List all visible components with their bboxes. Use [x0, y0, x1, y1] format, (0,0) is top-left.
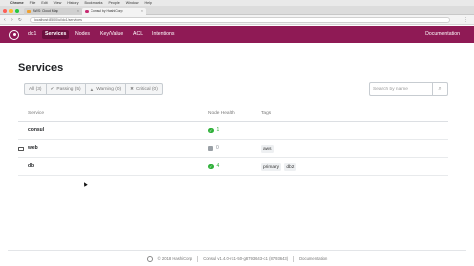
- tags-cell: primary db2: [261, 163, 298, 171]
- critical-icon: ✖: [130, 86, 134, 91]
- column-header-node-health: Node Health: [208, 111, 235, 116]
- nav-acl[interactable]: ACL: [130, 30, 146, 39]
- nav-documentation-link[interactable]: Documentation: [425, 30, 460, 39]
- forward-arrow-icon[interactable]: ›: [11, 17, 13, 23]
- nav-nodes[interactable]: Nodes: [72, 30, 93, 39]
- aws-favicon-icon: [27, 9, 31, 13]
- tab-close-icon[interactable]: ×: [77, 9, 79, 13]
- browser-menu-icon[interactable]: ⋮: [463, 17, 468, 23]
- node-health: 0: [208, 145, 219, 152]
- filter-label: Passing (5): [56, 86, 81, 92]
- table-header: Service Node Health Tags: [18, 108, 448, 122]
- table-row[interactable]: db ✓ 4 primary db2: [18, 158, 448, 176]
- reload-icon[interactable]: ↻: [18, 17, 22, 23]
- filter-all[interactable]: All (3): [24, 83, 47, 95]
- window-zoom-button[interactable]: [15, 8, 19, 13]
- filter-critical[interactable]: ✖ Critical (0): [125, 83, 163, 95]
- node-health: ✓ 4: [208, 163, 219, 170]
- check-icon: ✔: [50, 86, 55, 91]
- nav-intentions[interactable]: Intentions: [149, 30, 178, 39]
- footer-divider: [293, 255, 295, 262]
- hashicorp-logo-icon: [146, 255, 153, 262]
- health-count: 0: [216, 145, 219, 151]
- column-header-service: Service: [28, 111, 44, 116]
- browser-tab[interactable]: AWS: Cloud Map ×: [24, 7, 82, 15]
- footer-copyright: © 2018 HashiCorp: [157, 256, 193, 261]
- mouse-cursor-icon: [82, 181, 88, 187]
- passing-check-icon: ✓: [208, 127, 214, 134]
- search-icon[interactable]: ⌕: [432, 83, 447, 95]
- datacenter-selector[interactable]: dc1: [25, 30, 39, 39]
- address-bar[interactable]: localhost:8500/ui/dc1/services: [30, 17, 450, 23]
- footer-version: Consul v1.4.0-rc1-50-g8793643-c1 (879364…: [203, 256, 289, 261]
- browser-tab-strip: AWS: Cloud Map × Consul by HashiCorp ×: [0, 6, 474, 15]
- filter-label: Warning (0): [96, 86, 122, 92]
- consul-favicon-icon: [85, 9, 89, 13]
- warning-icon: ▲: [89, 86, 95, 92]
- browser-tab-title: AWS: Cloud Map: [32, 9, 59, 14]
- column-header-tags: Tags: [261, 111, 272, 116]
- filter-label: All (3): [29, 86, 42, 92]
- node-health: ✓ 1: [208, 127, 219, 134]
- tag-pill: aws: [261, 145, 274, 153]
- footer: © 2018 HashiCorp Consul v1.4.0-rc1-50-g8…: [8, 250, 466, 266]
- address-url: localhost:8500/ui/dc1/services: [34, 18, 82, 22]
- browser-tab-title: Consul by HashiCorp: [90, 9, 123, 14]
- table-row[interactable]: consul ✓ 1: [18, 122, 448, 140]
- service-name[interactable]: web: [28, 145, 38, 152]
- footer-divider: [197, 255, 199, 262]
- search-box: ⌕: [369, 82, 448, 96]
- window-minimize-button[interactable]: [9, 8, 13, 13]
- health-count: 4: [216, 163, 220, 169]
- consul-logo-icon[interactable]: [9, 29, 19, 40]
- search-input[interactable]: [373, 86, 431, 93]
- service-name[interactable]: db: [28, 163, 34, 170]
- footer-documentation-link[interactable]: Documentation: [299, 256, 327, 261]
- no-checks-icon: [208, 146, 213, 151]
- health-count: 1: [216, 127, 220, 133]
- health-filter-group: All (3) ✔ Passing (5) ▲ Warning (0) ✖ Cr…: [24, 83, 163, 95]
- table-row[interactable]: web 0 aws: [18, 140, 448, 158]
- filter-label: Critical (0): [135, 86, 158, 92]
- services-table: Service Node Health Tags consul ✓ 1 web …: [18, 108, 448, 176]
- window-close-button[interactable]: [3, 8, 7, 13]
- browser-tab-active[interactable]: Consul by HashiCorp ×: [82, 7, 146, 15]
- service-type-icon: [18, 147, 24, 151]
- filter-warning[interactable]: ▲ Warning (0): [84, 83, 127, 95]
- tags-cell: aws: [261, 145, 276, 153]
- service-name[interactable]: consul: [28, 127, 44, 134]
- nav-services[interactable]: Services: [42, 30, 70, 39]
- passing-check-icon: ✓: [208, 163, 214, 170]
- tab-close-icon[interactable]: ×: [141, 9, 143, 13]
- browser-toolbar: ‹ › ↻ localhost:8500/ui/dc1/services ⋮: [0, 15, 474, 25]
- back-arrow-icon[interactable]: ‹: [4, 17, 6, 23]
- filter-passing[interactable]: ✔ Passing (5): [45, 83, 86, 95]
- top-navigation: dc1 Services Nodes Key/Value ACL Intenti…: [0, 26, 474, 43]
- tag-pill: primary: [261, 163, 281, 171]
- tag-pill: db2: [284, 163, 297, 171]
- nav-key-value[interactable]: Key/Value: [97, 30, 126, 39]
- page-title: Services: [18, 62, 64, 74]
